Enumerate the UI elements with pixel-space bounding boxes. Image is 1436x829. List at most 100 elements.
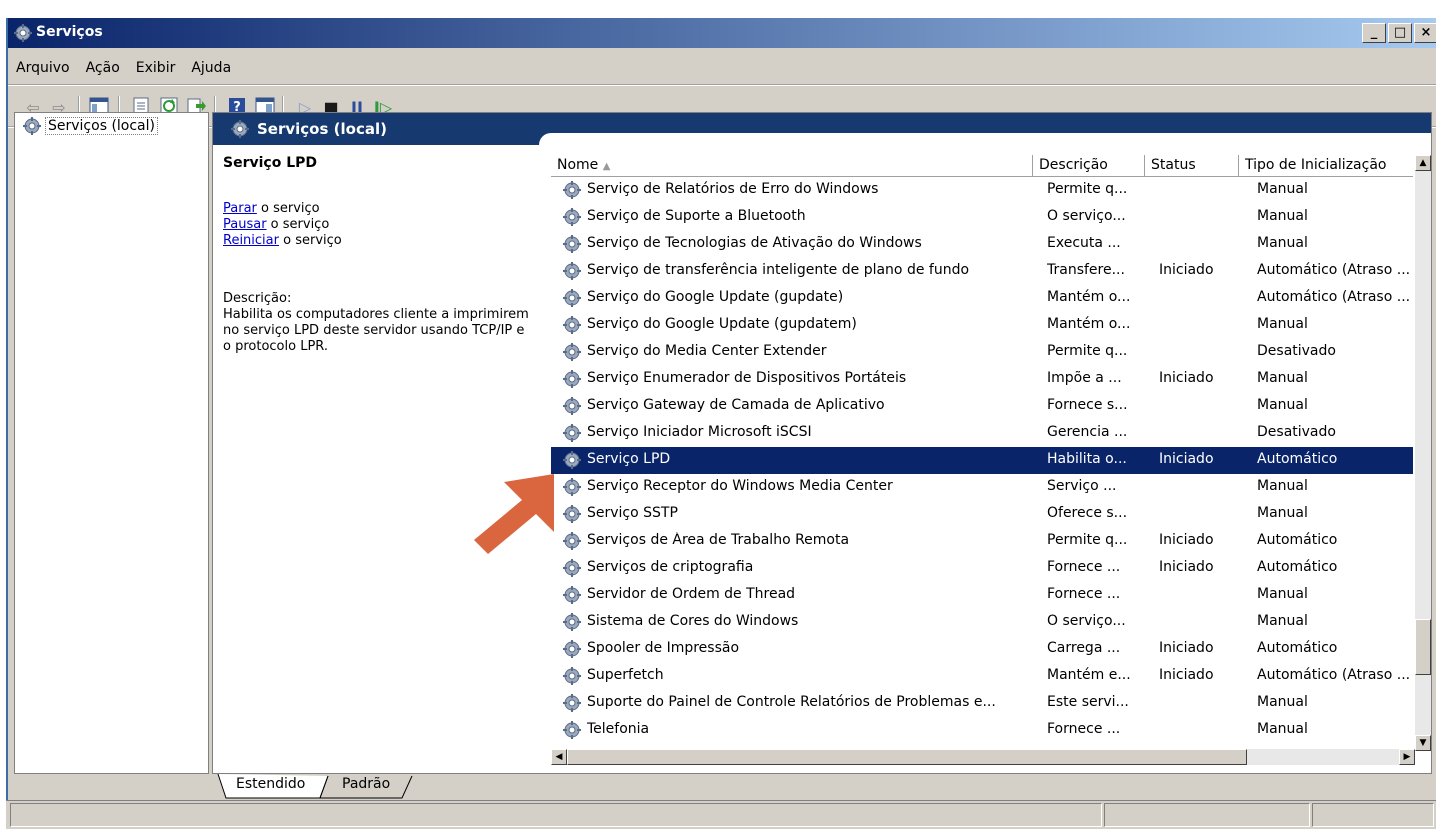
- table-row[interactable]: Serviço de Relatórios de Erro do Windows…: [551, 177, 1413, 204]
- tab-estendido[interactable]: Estendido: [228, 774, 313, 798]
- service-name-cell: Spooler de Impressão: [587, 640, 740, 656]
- service-startup-type-cell: Manual: [1257, 181, 1308, 197]
- service-description-cell: Fornece ...: [1047, 721, 1121, 737]
- table-row[interactable]: Serviço LPD Habilita o... Iniciado Automáti…: [551, 447, 1413, 474]
- menu-ajuda[interactable]: Ajuda: [183, 56, 239, 82]
- service-description-cell: Serviço ...: [1047, 478, 1117, 494]
- service-startup-type-cell: Manual: [1257, 613, 1308, 629]
- service-startup-type-cell: Manual: [1257, 694, 1308, 710]
- table-row[interactable]: Spooler de Impressão Carrega ... Iniciado A…: [551, 636, 1413, 663]
- service-description-cell: Executa ...: [1047, 235, 1121, 251]
- column-header-startup-type[interactable]: Tipo de Inicialização: [1239, 155, 1413, 177]
- view-tabs: Estendido Padrão: [216, 774, 616, 799]
- scroll-down-icon[interactable]: ▼: [1415, 735, 1431, 751]
- table-row[interactable]: Serviço SSTP Oferece s... Manual: [551, 501, 1413, 528]
- horizontal-scroll-thumb[interactable]: [567, 749, 1247, 765]
- restart-service-link[interactable]: Reiniciar: [223, 233, 279, 248]
- service-name-cell: Serviço do Google Update (gupdatem): [587, 316, 857, 332]
- column-header-name-label: Nome: [557, 157, 599, 173]
- title-bar[interactable]: Serviços _ □ ×: [8, 18, 1436, 48]
- service-gear-icon: [563, 370, 581, 388]
- scroll-up-icon[interactable]: ▲: [1415, 155, 1431, 171]
- service-gear-icon: [563, 451, 581, 469]
- table-row[interactable]: Serviços de criptografia Fornece ... Inici…: [551, 555, 1413, 582]
- table-row[interactable]: Suporte do Painel de Controle Relatórios…: [551, 690, 1413, 717]
- service-status-cell: Iniciado: [1159, 640, 1214, 656]
- service-status-cell: Iniciado: [1159, 262, 1214, 278]
- service-name-cell: Serviço de transferência inteligente de …: [587, 262, 970, 278]
- horizontal-scrollbar[interactable]: ◀ ▶: [551, 749, 1415, 765]
- vertical-scrollbar[interactable]: ▲ ▼: [1415, 155, 1431, 751]
- service-startup-type-cell: Desativado: [1257, 343, 1336, 359]
- service-description-cell: Permite q...: [1047, 343, 1128, 359]
- services-gear-icon: [23, 117, 41, 135]
- maximize-button[interactable]: □: [1388, 23, 1412, 43]
- services-gear-icon: [14, 24, 32, 42]
- service-name-cell: Telefonia: [587, 721, 650, 737]
- table-row[interactable]: Serviço de Tecnologias de Ativação do Wi…: [551, 231, 1413, 258]
- status-cell: [1312, 803, 1434, 827]
- table-row[interactable]: Sistema de Cores do Windows O serviço... M…: [551, 609, 1413, 636]
- tab-padrao[interactable]: Padrão: [334, 774, 398, 798]
- service-name-cell: Serviços de criptografia: [587, 559, 754, 575]
- service-description-cell: Fornece ...: [1047, 559, 1121, 575]
- table-row[interactable]: Serviço Receptor do Windows Media Center…: [551, 474, 1413, 501]
- table-row[interactable]: Superfetch Mantém e... Iniciado Automático …: [551, 663, 1413, 690]
- service-description-cell: Fornece ...: [1047, 586, 1121, 602]
- menu-arquivo[interactable]: Arquivo: [8, 56, 78, 82]
- stop-service-link[interactable]: Parar: [223, 201, 257, 216]
- table-row[interactable]: Serviço do Google Update (gupdatem) Manté…: [551, 312, 1413, 339]
- minimize-button[interactable]: _: [1362, 23, 1386, 43]
- service-startup-type-cell: Automático: [1257, 640, 1338, 656]
- tree-item-label: Serviços (local): [45, 117, 158, 135]
- service-description-cell: Impõe a ...: [1047, 370, 1122, 386]
- service-gear-icon: [563, 181, 581, 199]
- service-name-cell: Serviço Gateway de Camada de Aplicativo: [587, 397, 885, 413]
- table-row[interactable]: Serviços de Área de Trabalho Remota Permi…: [551, 528, 1413, 555]
- table-row[interactable]: Serviço de Suporte a Bluetooth O serviço.…: [551, 204, 1413, 231]
- menu-exibir[interactable]: Exibir: [128, 56, 184, 82]
- service-gear-icon: [563, 397, 581, 415]
- service-description-cell: Fornece s...: [1047, 397, 1128, 413]
- table-row[interactable]: Serviço Iniciador Microsoft iSCSI Gerenci…: [551, 420, 1413, 447]
- table-row[interactable]: Servidor de Ordem de Thread Fornece ... Ma…: [551, 582, 1413, 609]
- service-name-cell: Serviço SSTP: [587, 505, 678, 521]
- service-startup-type-cell: Manual: [1257, 586, 1308, 602]
- table-row[interactable]: Serviço Enumerador de Dispositivos Portá…: [551, 366, 1413, 393]
- service-gear-icon: [563, 289, 581, 307]
- vertical-scroll-thumb[interactable]: [1415, 619, 1431, 675]
- service-status-cell: Iniciado: [1159, 667, 1214, 683]
- service-name-cell: Serviços de Área de Trabalho Remota: [587, 532, 850, 548]
- service-gear-icon: [563, 208, 581, 226]
- status-cell: [10, 803, 1102, 827]
- scroll-left-icon[interactable]: ◀: [551, 749, 567, 765]
- service-description-cell: Permite q...: [1047, 532, 1128, 548]
- service-gear-icon: [563, 343, 581, 361]
- column-header-description[interactable]: Descrição: [1033, 155, 1145, 177]
- table-row[interactable]: Serviço do Media Center Extender Permite …: [551, 339, 1413, 366]
- service-name-cell: Serviço do Media Center Extender: [587, 343, 827, 359]
- scroll-right-icon[interactable]: ▶: [1399, 749, 1415, 765]
- service-gear-icon: [563, 613, 581, 631]
- pause-service-link[interactable]: Pausar: [223, 217, 267, 232]
- menu-acao[interactable]: Ação: [78, 56, 128, 82]
- stop-service-action: Parar o serviço: [223, 201, 543, 217]
- column-header-status[interactable]: Status: [1145, 155, 1239, 177]
- service-startup-type-cell: Desativado: [1257, 424, 1336, 440]
- column-header-name[interactable]: Nome ▲: [551, 155, 1033, 177]
- service-gear-icon: [563, 532, 581, 550]
- selected-service-name: Serviço LPD: [223, 155, 318, 171]
- table-row[interactable]: Serviço Gateway de Camada de Aplicativo F…: [551, 393, 1413, 420]
- table-row[interactable]: Telefonia Fornece ... Manual: [551, 717, 1413, 744]
- description-text: Habilita os computadores cliente a impri…: [223, 307, 529, 354]
- service-startup-type-cell: Automático (Atraso ...: [1257, 289, 1411, 305]
- close-button[interactable]: ×: [1414, 23, 1436, 43]
- service-startup-type-cell: Manual: [1257, 505, 1308, 521]
- service-description-cell: Oferece s...: [1047, 505, 1128, 521]
- service-startup-type-cell: Automático (Atraso ...: [1257, 262, 1411, 278]
- table-row[interactable]: Serviço de transferência inteligente de …: [551, 258, 1413, 285]
- tree-item-services-local[interactable]: Serviços (local): [23, 117, 158, 135]
- table-row[interactable]: Serviço do Google Update (gupdate) Mantém…: [551, 285, 1413, 312]
- service-name-cell: Sistema de Cores do Windows: [587, 613, 799, 629]
- service-name-cell: Superfetch: [587, 667, 664, 683]
